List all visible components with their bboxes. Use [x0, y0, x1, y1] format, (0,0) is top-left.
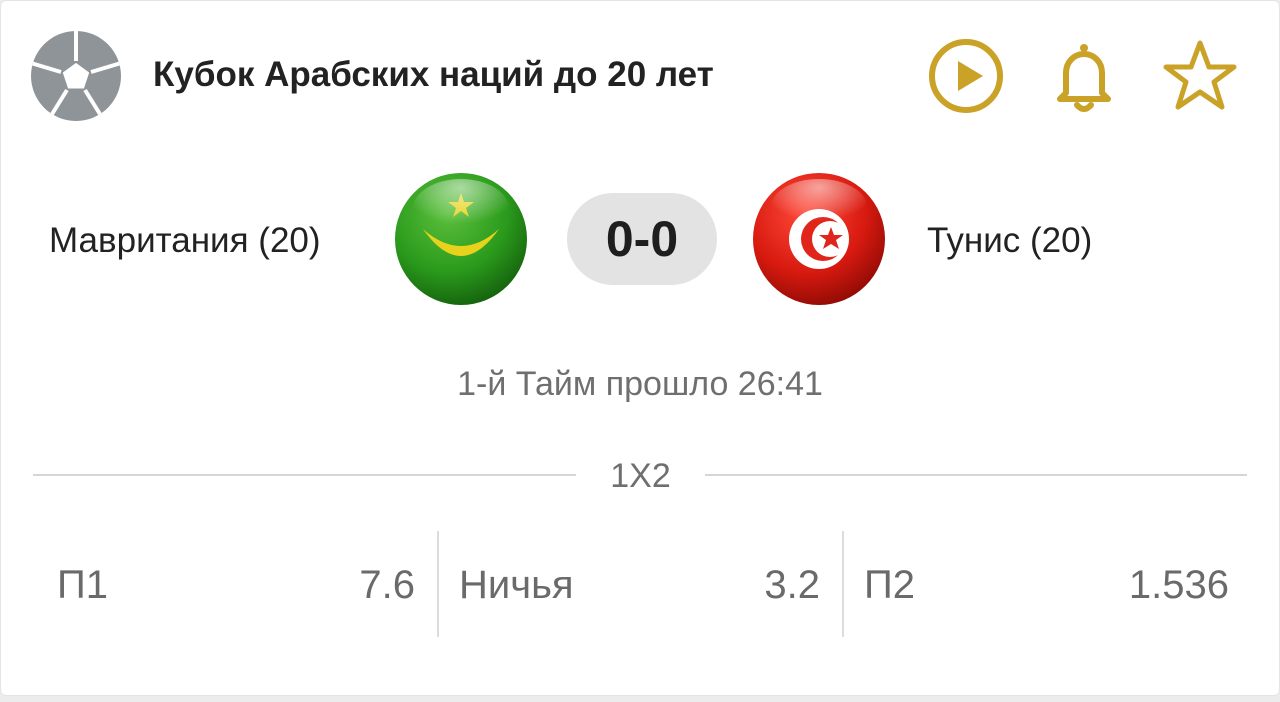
outcome-label: П1	[57, 563, 108, 607]
odd-button-away[interactable]: П2 1.536	[844, 531, 1251, 639]
outcome-odd: 3.2	[764, 563, 820, 607]
home-team-name: Мавритания (20)	[49, 221, 321, 260]
outcome-label: Ничья	[459, 563, 574, 607]
mauritania-flag-icon	[393, 171, 529, 307]
bell-icon[interactable]	[1045, 37, 1123, 115]
soccer-ball-icon	[31, 31, 121, 121]
score-badge: 0-0	[567, 193, 717, 285]
match-row[interactable]: Мавритания (20) 0-0 Тунис (20)	[1, 169, 1279, 309]
tunisia-flag-icon	[751, 171, 887, 307]
outcome-odd: 1.536	[1128, 563, 1229, 607]
outcome-label: П2	[864, 563, 915, 607]
odds-row: П1 7.6 Ничья 3.2 П2 1.536	[37, 531, 1249, 639]
divider-line	[33, 474, 576, 476]
league-title: Кубок Арабских наций до 20 лет	[153, 55, 714, 94]
card-header: Кубок Арабских наций до 20 лет	[31, 31, 1249, 121]
odd-button-home[interactable]: П1 7.6	[37, 531, 437, 639]
outcome-odd: 7.6	[359, 563, 415, 607]
odd-button-draw[interactable]: Ничья 3.2	[439, 531, 842, 639]
play-circle-icon[interactable]	[927, 37, 1005, 115]
market-header: 1X2	[33, 451, 1247, 501]
match-card[interactable]: Кубок Арабских наций до 20 лет Мавритани…	[0, 0, 1280, 696]
away-team-name: Тунис (20)	[927, 221, 1093, 260]
match-status: 1-й Тайм прошло 26:41	[457, 365, 823, 403]
star-outline-icon[interactable]	[1161, 37, 1239, 115]
divider-line	[705, 474, 1247, 476]
market-name: 1X2	[610, 457, 671, 495]
